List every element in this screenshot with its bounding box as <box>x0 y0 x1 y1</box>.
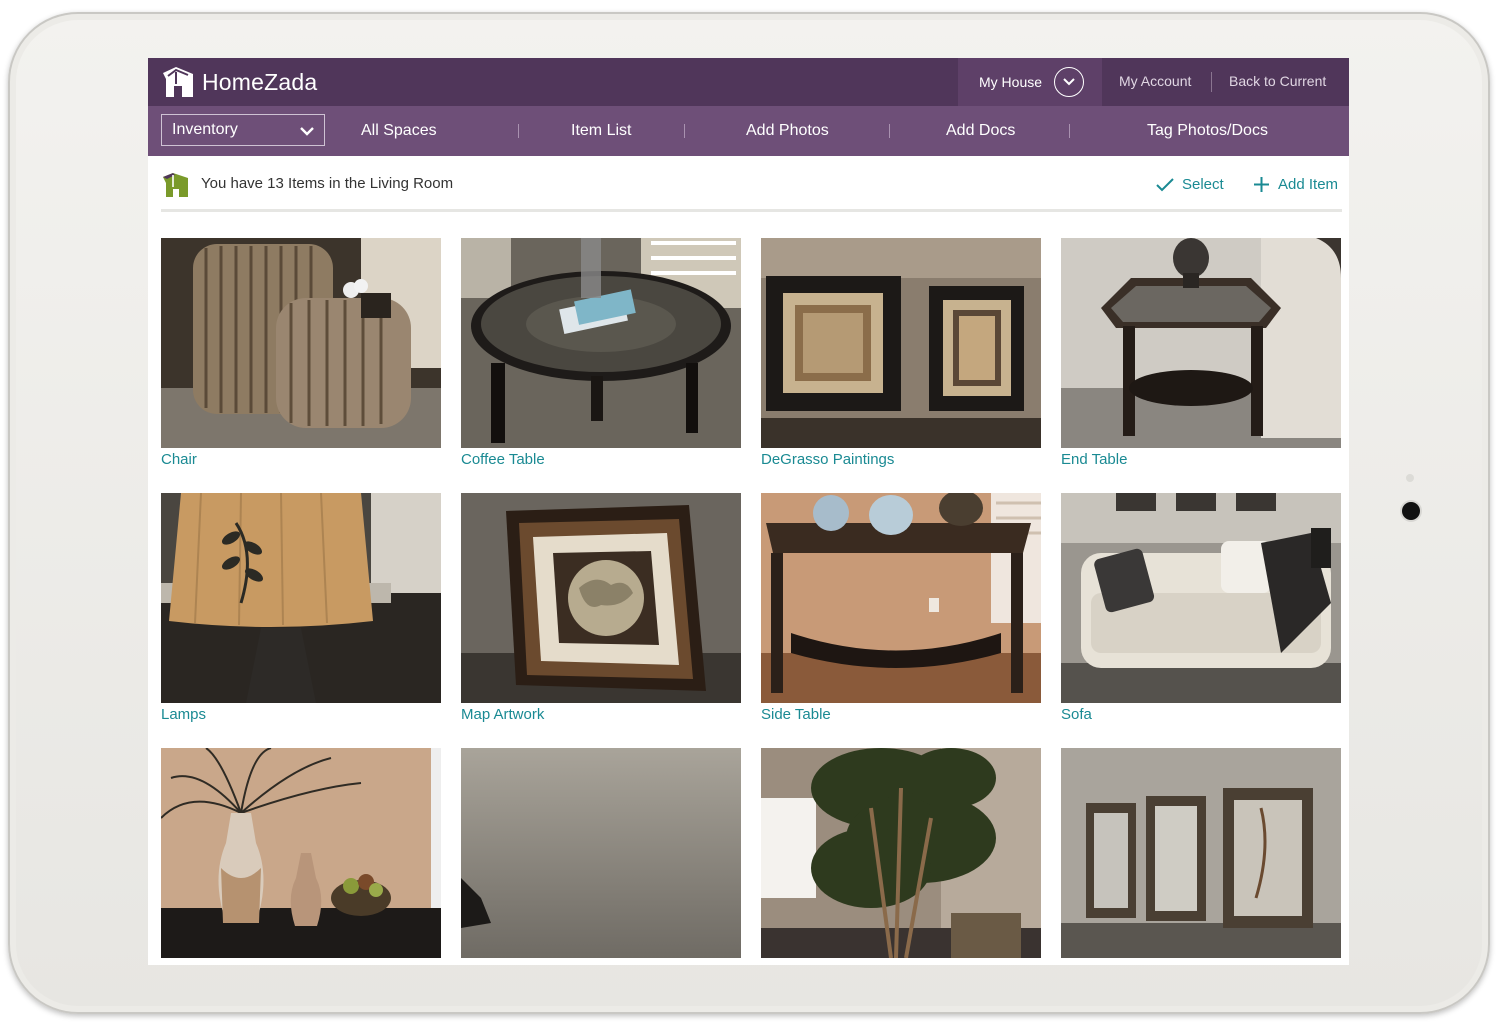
nav-item-list[interactable]: Item List <box>571 122 631 140</box>
header-divider <box>161 209 1342 212</box>
house-logo-icon <box>163 67 193 97</box>
select-label: Select <box>1182 176 1224 193</box>
add-item-button[interactable]: Add Item <box>1253 176 1338 193</box>
house-selector-label: My House <box>979 74 1043 90</box>
section-select[interactable]: Inventory <box>161 114 325 146</box>
logo-text: HomeZada <box>202 68 318 95</box>
item-card[interactable] <box>461 748 741 961</box>
nav-bar: Inventory All Spaces Item List Add Photo… <box>148 106 1349 156</box>
item-photo[interactable] <box>1061 493 1341 703</box>
item-label[interactable]: Lamps <box>161 706 441 724</box>
nav-divider <box>1069 124 1070 138</box>
chevron-down-icon <box>300 123 314 141</box>
item-label[interactable]: Coffee Table <box>461 451 741 469</box>
item-card[interactable] <box>161 748 441 961</box>
top-bar: HomeZada My House My Account Back to Cur… <box>148 58 1349 106</box>
my-account-link[interactable]: My Account <box>1119 73 1191 89</box>
item-label[interactable]: Sofa <box>1061 706 1341 724</box>
nav-tag-photos-docs[interactable]: Tag Photos/Docs <box>1147 122 1268 140</box>
nav-add-photos[interactable]: Add Photos <box>746 122 829 140</box>
item-card[interactable]: DeGrasso Paintings <box>761 238 1041 469</box>
select-button[interactable]: Select <box>1156 176 1224 193</box>
item-photo[interactable] <box>461 238 741 448</box>
item-photo[interactable] <box>461 493 741 703</box>
item-card[interactable]: Map Artwork <box>461 493 741 724</box>
nav-all-spaces[interactable]: All Spaces <box>361 122 437 140</box>
item-card[interactable]: Chair <box>161 238 441 469</box>
app-screen: HomeZada My House My Account Back to Cur… <box>148 58 1349 965</box>
item-card[interactable]: End Table <box>1061 238 1341 469</box>
items-count-text: You have 13 Items in the Living Room <box>201 175 454 192</box>
item-photo[interactable] <box>161 493 441 703</box>
home-button[interactable] <box>1402 502 1420 520</box>
item-card[interactable]: Coffee Table <box>461 238 741 469</box>
item-card[interactable] <box>1061 748 1341 961</box>
section-select-value: Inventory <box>172 121 238 138</box>
item-label[interactable]: End Table <box>1061 451 1341 469</box>
items-header: You have 13 Items in the Living Room Sel… <box>148 156 1349 211</box>
item-card[interactable]: Side Table <box>761 493 1041 724</box>
item-photo[interactable] <box>161 748 441 958</box>
item-photo[interactable] <box>761 748 1041 958</box>
item-label[interactable]: DeGrasso Paintings <box>761 451 1041 469</box>
plus-icon <box>1254 177 1269 192</box>
add-item-label: Add Item <box>1278 176 1339 193</box>
back-to-current-link[interactable]: Back to Current <box>1229 73 1326 89</box>
divider <box>1211 72 1212 92</box>
item-label[interactable]: Map Artwork <box>461 706 741 724</box>
item-card[interactable] <box>761 748 1041 961</box>
check-icon <box>1156 177 1174 191</box>
item-photo[interactable] <box>761 238 1041 448</box>
nav-divider <box>889 124 890 138</box>
light-sensor <box>1406 474 1414 482</box>
nav-divider <box>518 124 519 138</box>
item-photo[interactable] <box>761 493 1041 703</box>
house-selector[interactable]: My House <box>958 58 1102 106</box>
item-photo[interactable] <box>161 238 441 448</box>
chevron-down-icon[interactable] <box>1054 67 1084 97</box>
nav-add-docs[interactable]: Add Docs <box>946 122 1015 140</box>
item-photo[interactable] <box>1061 748 1341 958</box>
item-label[interactable]: Chair <box>161 451 441 469</box>
logo[interactable]: HomeZada <box>160 64 317 100</box>
living-room-icon <box>161 171 191 204</box>
item-photo[interactable] <box>461 748 741 958</box>
item-photo[interactable] <box>1061 238 1341 448</box>
item-label[interactable]: Side Table <box>761 706 1041 724</box>
item-card[interactable]: Sofa <box>1061 493 1341 724</box>
item-card[interactable]: Lamps <box>161 493 441 724</box>
nav-divider <box>684 124 685 138</box>
